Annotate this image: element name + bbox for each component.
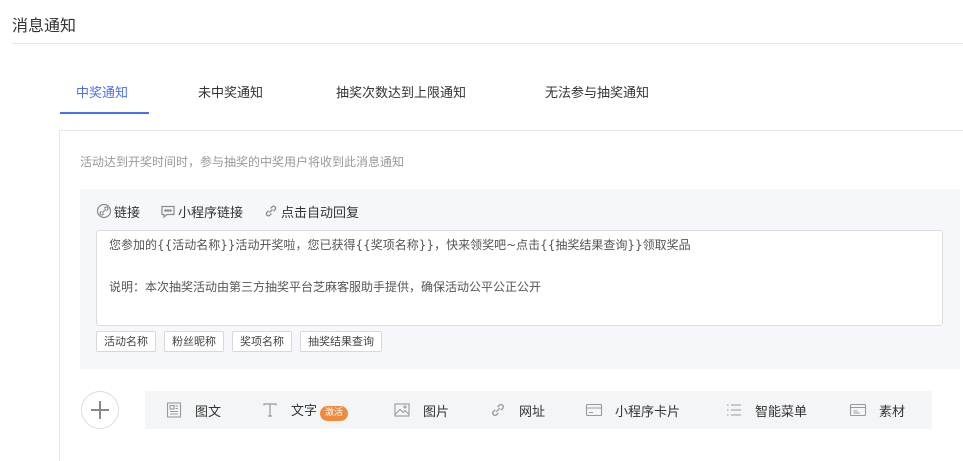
auto-reply-link-label: 点击自动回复 — [281, 205, 360, 221]
chip-prize-name[interactable]: 奖项名称 — [232, 331, 292, 352]
tab-cannot-join-notice[interactable]: 无法参与抽奖通知 — [545, 82, 649, 101]
media-material-button[interactable]: 素材 — [849, 391, 905, 429]
insert-miniprogram-link-button[interactable]: 小程序链接 — [160, 201, 243, 221]
tab-winning-notice[interactable]: 中奖通知 — [76, 82, 128, 101]
insert-miniprogram-link-label: 小程序链接 — [178, 205, 244, 221]
media-miniprogram-card-button[interactable]: 小程序卡片 — [585, 391, 680, 429]
activate-badge: 激活 — [320, 405, 349, 421]
title-divider — [12, 43, 963, 44]
material-icon — [849, 403, 867, 417]
notice-panel: 活动达到开奖时间时，参与抽奖的中奖用户将收到此消息通知 链接 小程序链接 点击自… — [59, 130, 963, 461]
message-textarea[interactable]: 您参加的{{活动名称}}活动开奖啦，您已获得{{奖项名称}}，快来领奖吧~点击{… — [96, 230, 943, 326]
link-circle-icon — [96, 203, 112, 219]
editor-toolbar: 链接 小程序链接 点击自动回复 — [96, 201, 359, 221]
image-icon — [394, 403, 410, 417]
chip-fan-nickname[interactable]: 粉丝昵称 — [164, 331, 224, 352]
message-editor: 链接 小程序链接 点击自动回复 您参加的{{活动名称}}活动开奖啦，您已获得{{… — [80, 189, 960, 369]
media-type-bar: 图文 文字 激活 图片 网址 小程序卡片 智能菜单 素材 — [145, 391, 932, 429]
chat-bubble-icon — [161, 205, 175, 219]
media-material-label: 素材 — [879, 404, 906, 420]
chip-draw-result-query[interactable]: 抽奖结果查询 — [300, 331, 382, 352]
message-line-2: 说明：本次抽奖活动由第三方抽奖平台芝麻客服助手提供，确保活动公平公正公开 — [109, 280, 542, 294]
tab-draw-limit-notice[interactable]: 抽奖次数达到上限通知 — [336, 82, 466, 101]
tab-not-winning-notice[interactable]: 未中奖通知 — [198, 82, 263, 101]
chip-activity-name[interactable]: 活动名称 — [96, 331, 156, 352]
tab-bar: 中奖通知 未中奖通知 抽奖次数达到上限通知 无法参与抽奖通知 — [60, 72, 760, 114]
panel-description: 活动达到开奖时间时，参与抽奖的中奖用户将收到此消息通知 — [80, 155, 405, 169]
media-text-label-text: 文字 — [291, 403, 318, 419]
media-text-button[interactable]: 文字 激活 — [261, 391, 349, 429]
media-article-label: 图文 — [195, 404, 222, 420]
media-url-button[interactable]: 网址 — [489, 391, 545, 429]
media-article-button[interactable]: 图文 — [165, 391, 221, 429]
media-image-button[interactable]: 图片 — [393, 391, 449, 429]
media-text-label: 文字 激活 — [291, 400, 349, 421]
variable-chips: 活动名称 粉丝昵称 奖项名称 抽奖结果查询 — [96, 331, 382, 352]
text-icon — [263, 403, 277, 417]
media-miniprogram-card-label: 小程序卡片 — [615, 404, 681, 420]
article-icon — [166, 402, 182, 418]
media-smart-menu-label: 智能菜单 — [755, 404, 808, 420]
page-title: 消息通知 — [12, 16, 77, 35]
add-message-button[interactable] — [81, 391, 119, 429]
link-icon — [265, 205, 277, 217]
media-url-label: 网址 — [519, 404, 546, 420]
card-icon — [585, 403, 603, 417]
auto-reply-link-button[interactable]: 点击自动回复 — [263, 201, 359, 221]
insert-link-button[interactable]: 链接 — [96, 201, 140, 221]
insert-link-label: 链接 — [114, 205, 141, 221]
link-icon — [492, 403, 504, 417]
active-tab-underline — [60, 112, 149, 114]
menu-list-icon — [727, 404, 741, 416]
message-line-1: 您参加的{{活动名称}}活动开奖啦，您已获得{{奖项名称}}，快来领奖吧~点击{… — [109, 238, 691, 252]
media-smart-menu-button[interactable]: 智能菜单 — [725, 391, 807, 429]
media-image-label: 图片 — [423, 404, 450, 420]
